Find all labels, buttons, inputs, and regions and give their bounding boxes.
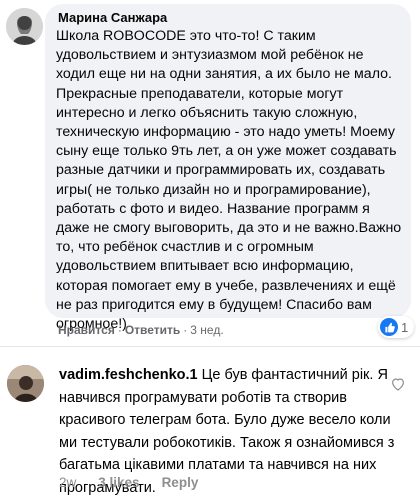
comment-actions: Нравится · Ответить · 3 нед. [58, 323, 224, 337]
heart-outline-icon[interactable] [390, 376, 406, 392]
reaction-summary[interactable]: 1 [378, 316, 415, 338]
comment-actions: 2w 3 likes Reply [59, 475, 220, 490]
comment-author[interactable]: Марина Санжара [58, 10, 167, 25]
divider [0, 346, 420, 347]
reply-button[interactable]: Reply [162, 475, 199, 490]
likes-count[interactable]: 3 likes [98, 475, 139, 490]
reply-button[interactable]: Ответить [125, 323, 180, 337]
comment-time[interactable]: 2w [59, 475, 76, 490]
comment-author[interactable]: vadim.feshchenko.1 [59, 367, 198, 383]
avatar[interactable] [6, 8, 43, 45]
avatar-image [6, 8, 43, 45]
like-button[interactable]: Нравится [58, 323, 115, 337]
comment-time[interactable]: 3 нед. [190, 323, 223, 337]
avatar[interactable] [7, 365, 44, 402]
reaction-count: 1 [401, 319, 409, 335]
dot-separator: · [117, 323, 122, 337]
dot-separator: · [183, 323, 188, 337]
comment-text: Школа ROBOCODE это что-то! С таким удово… [56, 28, 402, 333]
avatar-image [7, 365, 44, 402]
like-icon [380, 318, 398, 336]
